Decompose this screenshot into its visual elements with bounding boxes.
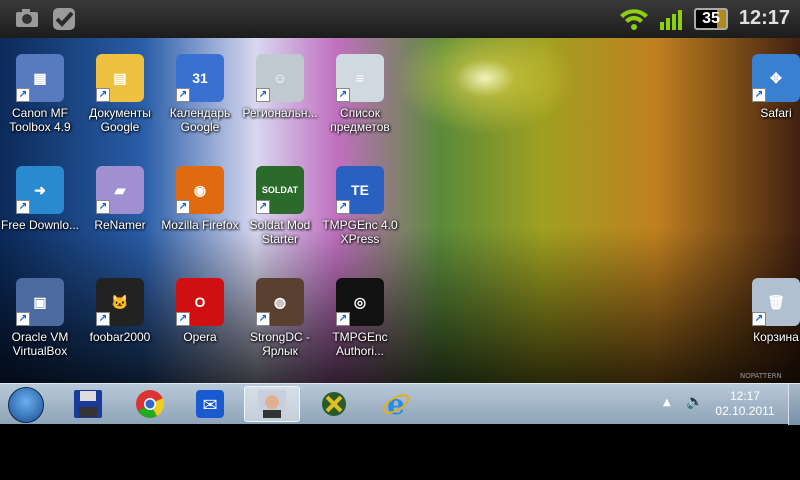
start-button[interactable] [8, 387, 44, 423]
desktop-icon-label: Mozilla Firefox [161, 218, 239, 232]
app-icon: 🐱 ↗ [96, 278, 144, 326]
shortcut-arrow-icon: ↗ [176, 312, 190, 326]
desktop-icon-label: StrongDC - Ярлык [249, 330, 311, 358]
desktop-icon-label: Календарь Google [169, 106, 231, 134]
svg-text:e: e [387, 389, 405, 419]
shortcut-arrow-icon: ↗ [256, 312, 270, 326]
desktop-icon[interactable]: ▦ ↗ Canon MF Toolbox 4.9 [0, 54, 80, 134]
desktop-icon-label: Корзина [753, 330, 799, 344]
desktop-icon[interactable]: 🐱 ↗ foobar2000 [80, 278, 160, 344]
desktop-icon-label: Региональн... [242, 106, 318, 120]
desktop-icon[interactable]: ◍ ↗ StrongDC - Ярлык [240, 278, 320, 358]
app-icon: ➜ ↗ [16, 166, 64, 214]
tray-clock[interactable]: 12:17 02.10.2011 [715, 389, 775, 419]
desktop-icon[interactable]: O ↗ Opera [160, 278, 240, 344]
shortcut-arrow-icon: ↗ [336, 88, 350, 102]
status-clock: 12:17 [738, 7, 790, 29]
taskbar-user-icon[interactable] [244, 386, 300, 422]
app-icon: ◍ ↗ [256, 278, 304, 326]
shortcut-arrow-icon: ↗ [96, 312, 110, 326]
shortcut-arrow-icon: ↗ [96, 88, 110, 102]
desktop-icon-label: Safari [760, 106, 792, 120]
taskbar: ✉ e ▲ 🔈 12:17 02.10.2011 [0, 383, 800, 425]
desktop-icon[interactable]: ▰ ↗ ReNamer [80, 166, 160, 232]
desktop: ▦ ↗ Canon MF Toolbox 4.9 ▤ ↗ Документы Google… [0, 38, 800, 383]
show-desktop-button[interactable] [788, 384, 800, 425]
shortcut-arrow-icon: ↗ [752, 88, 766, 102]
volume-icon[interactable]: 🔈 [686, 394, 703, 410]
app-icon: 31 ↗ [176, 54, 224, 102]
show-hidden-icons-button[interactable]: ▲ [663, 397, 671, 408]
desktop-icon-label: Документы Google [89, 106, 151, 134]
desktop-icon[interactable]: ▣ ↗ Oracle VM VirtualBox [0, 278, 80, 358]
checkmark-icon [53, 8, 75, 30]
desktop-icon-label: TMPGEnc 4.0 XPress [322, 218, 398, 246]
shortcut-arrow-icon: ↗ [176, 200, 190, 214]
shortcut-arrow-icon: ↗ [752, 312, 766, 326]
desktop-icon-label: Soldat Mod Starter [249, 218, 311, 246]
app-icon: ▰ ↗ [96, 166, 144, 214]
shortcut-arrow-icon: ↗ [16, 312, 30, 326]
desktop-icon[interactable]: 🗑 ↗ Корзина [736, 278, 800, 344]
desktop-icon[interactable]: SOLDAT ↗ Soldat Mod Starter [240, 166, 320, 246]
taskbar-app-icon[interactable] [306, 386, 362, 422]
app-icon: TE ↗ [336, 166, 384, 214]
taskbar-chrome-icon[interactable] [122, 386, 178, 422]
app-icon: ☺ ↗ [256, 54, 304, 102]
shortcut-arrow-icon: ↗ [176, 88, 190, 102]
taskbar-save-icon[interactable] [60, 386, 116, 422]
wallpaper-watermark: NOPATTERN [740, 372, 782, 380]
desktop-icon[interactable]: TE ↗ TMPGEnc 4.0 XPress [320, 166, 400, 246]
desktop-icon-label: foobar2000 [89, 330, 151, 344]
signal-icon [660, 10, 682, 30]
shortcut-arrow-icon: ↗ [96, 200, 110, 214]
desktop-icon-label: Free Downlo... [0, 218, 80, 232]
shortcut-arrow-icon: ↗ [16, 200, 30, 214]
desktop-icon[interactable]: ▤ ↗ Документы Google [80, 54, 160, 134]
app-icon: 🗑 ↗ [752, 278, 800, 326]
desktop-icon[interactable]: ≡ ↗ Список предметов [320, 54, 400, 134]
desktop-icon[interactable]: ☺ ↗ Региональн... [240, 54, 320, 120]
desktop-icon-label: Canon MF Toolbox 4.9 [9, 106, 71, 134]
battery-indicator: 35 [694, 8, 728, 30]
app-icon: ▣ ↗ [16, 278, 64, 326]
svg-text:✉: ✉ [202, 395, 217, 416]
wifi-icon [620, 9, 648, 30]
app-icon: ▤ ↗ [96, 54, 144, 102]
tray-date: 02.10.2011 [715, 404, 775, 418]
desktop-icon[interactable]: ➜ ↗ Free Downlo... [0, 166, 80, 232]
app-icon: SOLDAT ↗ [256, 166, 304, 214]
desktop-icon-label: Oracle VM VirtualBox [11, 330, 69, 358]
tray-time: 12:17 [729, 389, 761, 403]
shortcut-arrow-icon: ↗ [256, 200, 270, 214]
camera-icon [16, 9, 38, 27]
taskbar-internet-explorer-icon[interactable]: e [368, 386, 424, 422]
desktop-icon[interactable]: ✥ ↗ Safari [736, 54, 800, 120]
app-icon: ▦ ↗ [16, 54, 64, 102]
desktop-icon-label: ReNamer [94, 218, 146, 232]
app-icon: ◉ ↗ [176, 166, 224, 214]
app-icon: ≡ ↗ [336, 54, 384, 102]
status-bar: 35 12:17 [0, 0, 800, 38]
desktop-icon[interactable]: 31 ↗ Календарь Google [160, 54, 240, 134]
desktop-icon-label: Список предметов [330, 106, 390, 134]
desktop-icon[interactable]: ◎ ↗ TMPGEnc Authori... [320, 278, 400, 358]
desktop-icon-label: TMPGEnc Authori... [332, 330, 388, 358]
taskbar-qip-icon[interactable]: ✉ [182, 386, 238, 422]
shortcut-arrow-icon: ↗ [336, 200, 350, 214]
shortcut-arrow-icon: ↗ [16, 88, 30, 102]
desktop-icon[interactable]: ◉ ↗ Mozilla Firefox [160, 166, 240, 232]
app-icon: ◎ ↗ [336, 278, 384, 326]
app-icon: ✥ ↗ [752, 54, 800, 102]
desktop-icon-label: Opera [183, 330, 217, 344]
shortcut-arrow-icon: ↗ [336, 312, 350, 326]
shortcut-arrow-icon: ↗ [256, 88, 270, 102]
app-icon: O ↗ [176, 278, 224, 326]
